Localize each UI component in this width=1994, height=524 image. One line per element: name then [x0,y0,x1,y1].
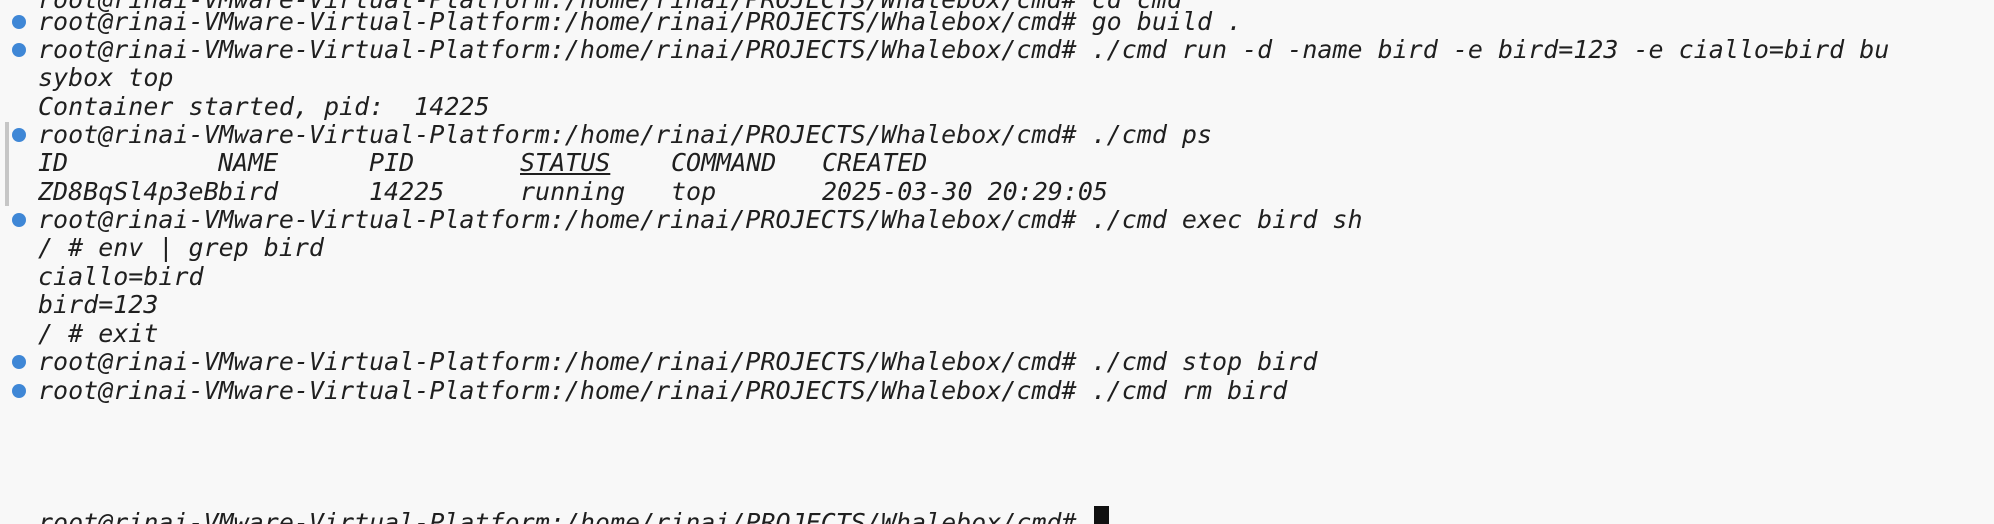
command-text: ./cmd exec bird sh [1091,205,1363,234]
command-status-dot-icon [12,384,26,398]
command-status-dot-icon [12,213,26,227]
prompt: root@rinai-VMware-Virtual-Platform:/home… [38,35,1077,64]
command-status-dot-icon [12,43,26,57]
command-text: ./cmd stop bird [1091,347,1318,376]
command-line-run: root@rinai-VMware-Virtual-Platform:/home… [38,32,1889,68]
gutter-marker [5,122,9,206]
command-status-dot-icon [12,128,26,142]
command-status-dot-icon [12,15,26,29]
command-line-rm: root@rinai-VMware-Virtual-Platform:/home… [38,373,1287,409]
text-cursor [1093,506,1109,524]
command-status-dot-icon [12,355,26,369]
command-text: ./cmd rm bird [1091,376,1288,405]
current-prompt-line[interactable]: root@rinai-VMware-Virtual-Platform:/home… [38,505,1109,524]
terminal-window[interactable]: root@rinai-VMware-Virtual-Platform:/home… [0,0,1994,524]
command-text: ./cmd run -d -name bird -e bird=123 -e c… [1091,35,1890,64]
prompt: root@rinai-VMware-Virtual-Platform:/home… [38,508,1077,524]
prompt: root@rinai-VMware-Virtual-Platform:/home… [38,347,1077,376]
prompt: root@rinai-VMware-Virtual-Platform:/home… [38,376,1077,405]
